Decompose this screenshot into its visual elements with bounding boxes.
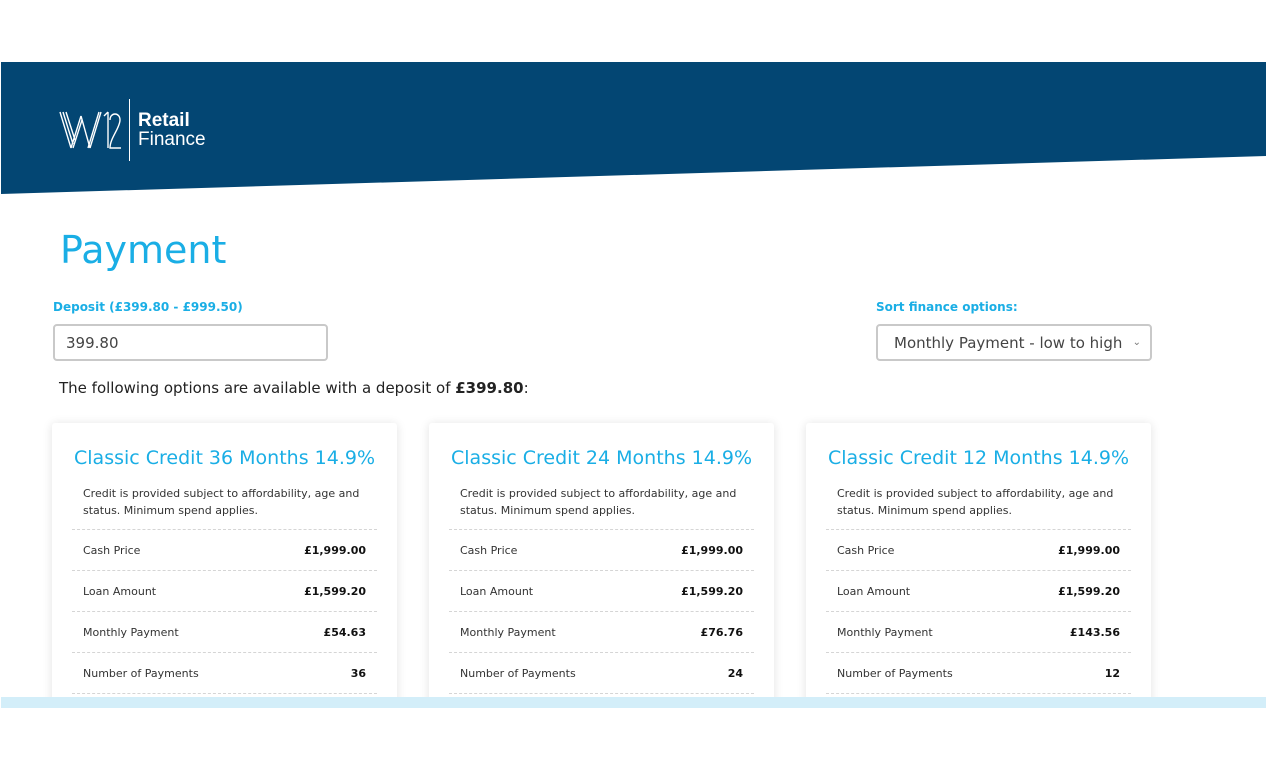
card-title: Classic Credit 12 Months 14.9% [828,447,1129,469]
row-label: Monthly Payment [83,625,179,639]
row-monthly-payment: Monthly Payment £54.63 [72,612,377,653]
row-value: £1,599.20 [304,584,366,598]
row-label: Monthly Payment [460,625,556,639]
row-number-of-payments: Number of Payments 24 [449,653,754,694]
row-value: £1,999.00 [1058,543,1120,557]
logo-text-finance: Finance [138,129,206,150]
options-summary-suffix: : [523,379,529,397]
bottom-strip [1,697,1266,708]
finance-widget: Retail Finance Payment Deposit (£399.80 … [1,62,1266,708]
row-value: 36 [350,666,366,680]
row-label: Cash Price [83,543,141,557]
options-summary: The following options are available with… [59,379,529,397]
row-value: 12 [1104,666,1120,680]
finance-option-card[interactable]: Classic Credit 36 Months 14.9% Credit is… [52,423,397,708]
row-monthly-payment: Monthly Payment £76.76 [449,612,754,653]
sort-selected-value: Monthly Payment - low to high [894,333,1123,352]
card-description: Credit is provided subject to affordabil… [826,485,1131,530]
logo-text-retail: Retail [138,110,190,131]
row-label: Cash Price [837,543,895,557]
row-number-of-payments: Number of Payments 36 [72,653,377,694]
row-cash-price: Cash Price £1,999.00 [826,530,1131,571]
chevron-down-icon: ⌄ [1132,337,1141,348]
card-description: Credit is provided subject to affordabil… [72,485,377,530]
row-cash-price: Cash Price £1,999.00 [449,530,754,571]
row-label: Monthly Payment [837,625,933,639]
row-monthly-payment: Monthly Payment £143.56 [826,612,1131,653]
finance-option-card[interactable]: Classic Credit 12 Months 14.9% Credit is… [806,423,1151,708]
row-value: £76.76 [700,625,743,639]
finance-option-card[interactable]: Classic Credit 24 Months 14.9% Credit is… [429,423,774,708]
deposit-input[interactable] [53,324,328,361]
options-summary-prefix: The following options are available with… [59,379,456,397]
sort-label: Sort finance options: [876,300,1018,314]
row-cash-price: Cash Price £1,999.00 [72,530,377,571]
row-value: £1,999.00 [304,543,366,557]
row-value: £1,599.20 [1058,584,1120,598]
row-label: Loan Amount [460,584,534,598]
row-label: Number of Payments [460,666,576,680]
row-label: Cash Price [460,543,518,557]
logo-divider [129,99,130,161]
row-loan-amount: Loan Amount £1,599.20 [72,571,377,612]
deposit-label: Deposit (£399.80 - £999.50) [53,300,243,314]
row-label: Loan Amount [83,584,157,598]
row-label: Loan Amount [837,584,911,598]
row-value: £143.56 [1069,625,1120,639]
row-label: Number of Payments [83,666,199,680]
row-value: £54.63 [323,625,366,639]
row-value: 24 [727,666,743,680]
row-loan-amount: Loan Amount £1,599.20 [449,571,754,612]
row-value: £1,599.20 [681,584,743,598]
row-number-of-payments: Number of Payments 12 [826,653,1131,694]
card-title: Classic Credit 36 Months 14.9% [74,447,375,469]
w12-logo: Retail Finance [59,98,206,162]
card-title: Classic Credit 24 Months 14.9% [451,447,752,469]
logo-wordmark: Retail Finance [138,111,206,149]
row-loan-amount: Loan Amount £1,599.20 [826,571,1131,612]
w12-logo-icon [59,111,121,149]
deposit-amount: £399.80 [455,379,524,397]
sort-select[interactable]: Monthly Payment - low to high ⌄ [876,324,1152,361]
row-label: Number of Payments [837,666,953,680]
page-title: Payment [60,228,227,272]
row-value: £1,999.00 [681,543,743,557]
card-description: Credit is provided subject to affordabil… [449,485,754,530]
